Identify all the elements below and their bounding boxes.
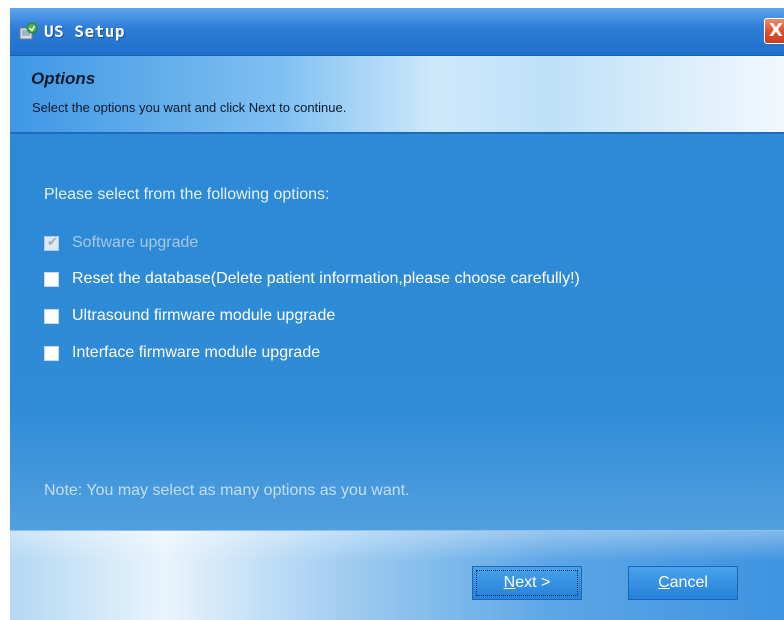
cancel-label-rest: ancel [669, 574, 708, 591]
next-label-rest: ext > [515, 574, 551, 591]
reset-database-checkbox[interactable] [44, 271, 59, 287]
button-bar: Next > Cancel [10, 530, 784, 620]
page-title: Options [31, 69, 96, 88]
interface-firmware-checkbox[interactable] [44, 345, 59, 361]
option-ultrasound-firmware[interactable]: Ultrasound firmware module upgrade [44, 305, 335, 327]
cancel-button[interactable]: Cancel [628, 566, 738, 600]
option-label[interactable]: Reset the database(Delete patient inform… [72, 270, 580, 288]
option-label[interactable]: Ultrasound firmware module upgrade [72, 307, 335, 325]
title-bar[interactable]: US Setup X [10, 8, 784, 56]
options-note: Note: You may select as many options as … [44, 482, 410, 499]
option-software-upgrade: ✔ Software upgrade [44, 232, 198, 254]
options-panel: Please select from the following options… [10, 134, 784, 530]
page-subtitle: Select the options you want and click Ne… [32, 100, 347, 115]
window-title: US Setup [44, 22, 126, 41]
options-intro: Please select from the following options… [44, 186, 330, 203]
ultrasound-firmware-checkbox[interactable] [44, 308, 59, 324]
next-mnemonic: N [503, 574, 516, 591]
option-interface-firmware[interactable]: Interface firmware module upgrade [44, 342, 320, 364]
option-reset-database[interactable]: Reset the database(Delete patient inform… [44, 268, 580, 290]
software-upgrade-checkbox: ✔ [44, 234, 59, 251]
cancel-button-label: Cancel [658, 574, 708, 591]
close-button[interactable]: X [764, 18, 784, 44]
installer-icon [18, 22, 38, 42]
next-button[interactable]: Next > [472, 566, 582, 600]
setup-window: US Setup X Options Select the options yo… [10, 8, 784, 620]
checkmark-icon: ✔ [47, 234, 58, 250]
page-header: Options Select the options you want and … [10, 56, 784, 134]
cancel-mnemonic: C [658, 574, 670, 591]
close-icon: X [769, 20, 783, 41]
option-label: Software upgrade [72, 234, 199, 251]
option-label[interactable]: Interface firmware module upgrade [72, 344, 320, 362]
next-button-label: Next > [504, 574, 551, 591]
